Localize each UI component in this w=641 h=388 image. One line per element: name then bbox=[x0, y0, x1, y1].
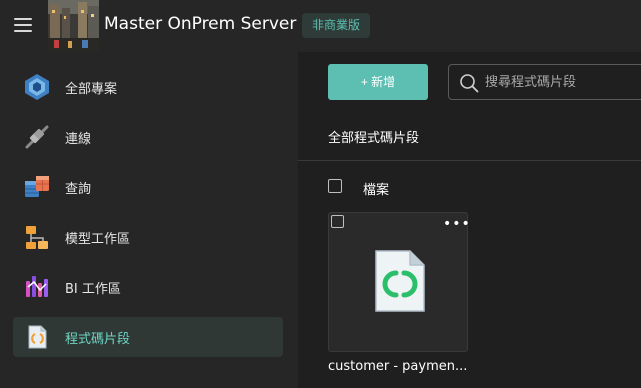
top-header: Master OnPrem Server 非商業版 bbox=[0, 0, 641, 52]
connection-plug-icon bbox=[23, 123, 51, 151]
hamburger-menu-icon[interactable] bbox=[14, 16, 32, 34]
sidebar-item-all-projects[interactable]: 全部專案 bbox=[13, 67, 283, 107]
server-title: Master OnPrem Server bbox=[104, 14, 297, 34]
sidebar-item-model-workspace[interactable]: 模型工作區 bbox=[13, 217, 283, 257]
server-thumbnail[interactable] bbox=[48, 0, 99, 51]
snippet-card[interactable]: ••• bbox=[328, 212, 471, 352]
sidebar-item-label: 全部專案 bbox=[65, 82, 118, 97]
main-content: + 新增 全部程式碼片段 檔案 ••• customer - paymen... bbox=[298, 52, 641, 388]
sidebar-item-connection[interactable]: 連線 bbox=[13, 117, 283, 157]
add-new-button[interactable]: + 新增 bbox=[328, 64, 428, 100]
sidebar: 全部專案 連線 查詢 模型工作區 BI 工作區 程式碼片段 bbox=[0, 52, 298, 388]
code-snippet-file-icon bbox=[372, 249, 426, 313]
sidebar-item-label: 程式碼片段 bbox=[65, 332, 131, 347]
sidebar-item-label: 模型工作區 bbox=[65, 232, 131, 247]
file-column-header: 檔案 bbox=[363, 183, 390, 198]
section-title: 全部程式碼片段 bbox=[328, 131, 420, 146]
select-all-checkbox[interactable] bbox=[328, 179, 342, 193]
sidebar-item-code-snippet[interactable]: 程式碼片段 bbox=[13, 317, 283, 357]
query-table-icon bbox=[23, 173, 51, 201]
snippet-card-name[interactable]: customer - paymen... bbox=[328, 359, 470, 374]
card-checkbox[interactable] bbox=[331, 215, 344, 228]
sidebar-item-bi-workspace[interactable]: BI 工作區 bbox=[13, 267, 283, 307]
divider bbox=[298, 160, 641, 161]
sidebar-item-label: 查詢 bbox=[65, 182, 92, 197]
all-projects-icon bbox=[23, 73, 51, 101]
bi-workspace-icon bbox=[23, 273, 51, 301]
sidebar-item-query[interactable]: 查詢 bbox=[13, 167, 283, 207]
sidebar-item-label: BI 工作區 bbox=[65, 282, 121, 297]
search-icon bbox=[459, 73, 479, 93]
more-options-icon[interactable]: ••• bbox=[443, 217, 471, 231]
model-workspace-icon bbox=[23, 223, 51, 251]
search-box[interactable] bbox=[448, 64, 641, 100]
search-input[interactable] bbox=[485, 65, 641, 99]
license-badge: 非商業版 bbox=[302, 13, 371, 38]
code-snippet-icon bbox=[23, 323, 51, 351]
sidebar-item-label: 連線 bbox=[65, 132, 92, 147]
